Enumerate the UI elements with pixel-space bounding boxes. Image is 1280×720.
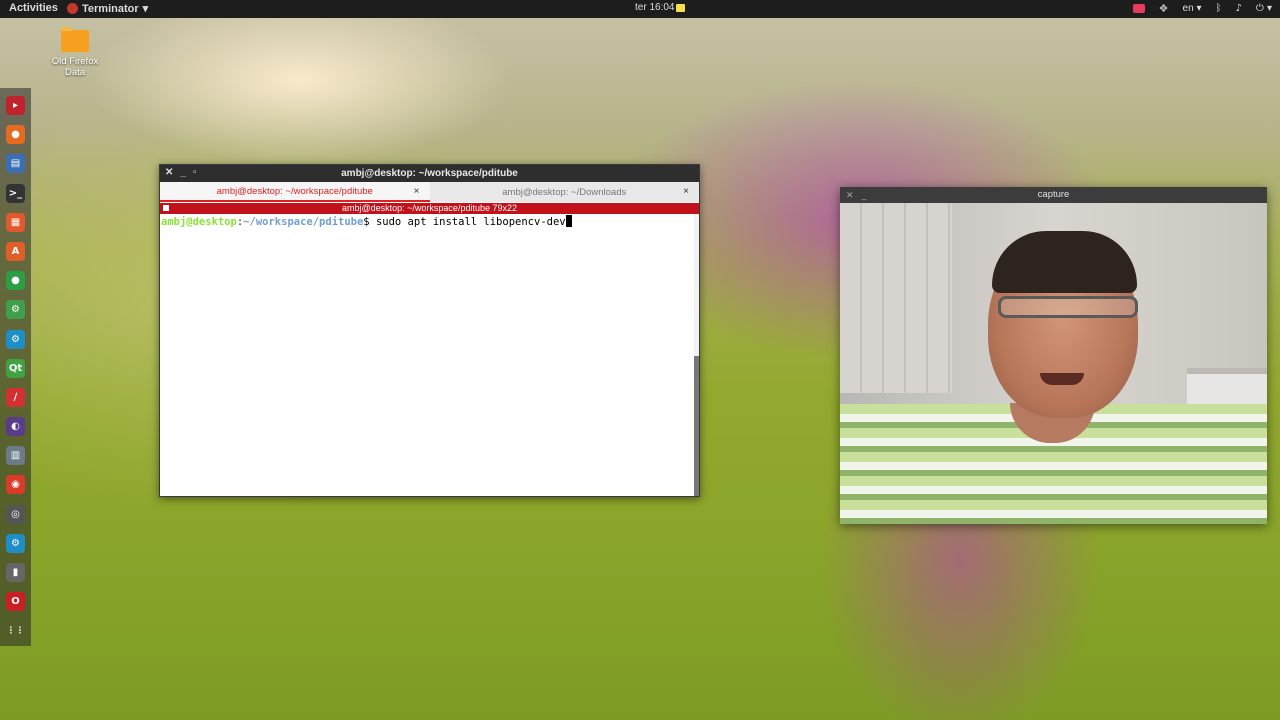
desktop-icon-label-2: Data bbox=[64, 67, 86, 78]
dock: ▸ ● ▤ >_ ▦ A ● ⚙ ⚙ Qt ∕ ◐ ▥ ◉ ◎ ⚙ ▮ O ⋮⋮ bbox=[0, 88, 31, 646]
desktop-icon-old-firefox-data[interactable]: Old Firefox Data bbox=[47, 27, 103, 78]
terminal-icon[interactable]: >_ bbox=[6, 183, 25, 203]
app-menu-label: Terminator bbox=[82, 2, 139, 15]
top-bar: Activities Terminator ▾ ter 16:04 ❖ en ▾… bbox=[0, 0, 1280, 18]
scrollbar[interactable] bbox=[694, 214, 699, 496]
bluetooth-icon[interactable]: ᛒ bbox=[1215, 3, 1221, 14]
close-icon[interactable]: ✕ bbox=[165, 167, 173, 178]
person-mouth bbox=[1040, 373, 1084, 385]
inkscape-icon[interactable]: ∕ bbox=[6, 387, 25, 407]
minimize-icon[interactable]: _ bbox=[862, 187, 867, 203]
chevron-down-icon: ▾ bbox=[1266, 3, 1272, 14]
language-selector[interactable]: en ▾ bbox=[1183, 3, 1202, 14]
text-cursor bbox=[565, 215, 572, 227]
settings-green-icon[interactable]: ⚙ bbox=[6, 300, 25, 320]
app-menu[interactable]: Terminator ▾ bbox=[67, 2, 148, 15]
screen-recorder-icon[interactable] bbox=[1132, 4, 1145, 13]
chevron-down-icon: ▾ bbox=[142, 3, 149, 15]
chrome-icon[interactable]: ◉ bbox=[6, 475, 25, 495]
terminal-info-label: ambj@desktop: ~/workspace/pditube 79x22 bbox=[342, 203, 517, 213]
opera-icon[interactable]: O bbox=[6, 592, 25, 612]
system-tray: ❖ en ▾ ᛒ ♪ ⏻ ▾ bbox=[1132, 2, 1272, 15]
window-controls: ✕ _ ▫ bbox=[165, 167, 197, 178]
person-hair bbox=[992, 231, 1137, 293]
power-icon[interactable]: ⏻ ▾ bbox=[1256, 3, 1272, 14]
usb-icon[interactable]: ▮ bbox=[6, 563, 25, 582]
folder-icon bbox=[61, 27, 89, 52]
desktop-icon-label-1: Old Firefox bbox=[51, 56, 99, 67]
terminal-info-bar: ambj@desktop: ~/workspace/pditube 79x22 bbox=[160, 203, 699, 214]
close-icon[interactable]: ✕ bbox=[846, 187, 854, 203]
chevron-down-icon: ▾ bbox=[1196, 3, 1202, 14]
minimize-icon[interactable]: _ bbox=[180, 167, 186, 178]
close-icon[interactable]: × bbox=[414, 186, 420, 197]
window-title: ambj@desktop: ~/workspace/pditube bbox=[341, 168, 518, 179]
tab-downloads[interactable]: ambj@desktop: ~/Downloads × bbox=[430, 182, 700, 202]
terminator-window: ✕ _ ▫ ambj@desktop: ~/workspace/pditube … bbox=[159, 164, 700, 497]
office-icon[interactable]: ▦ bbox=[6, 212, 25, 232]
eclipse-icon[interactable]: ◐ bbox=[6, 417, 25, 437]
tab-label: ambj@desktop: ~/workspace/pditube bbox=[216, 185, 373, 197]
tab-pditube[interactable]: ambj@desktop: ~/workspace/pditube × bbox=[160, 182, 430, 202]
window-titlebar[interactable]: ✕ _ ▫ ambj@desktop: ~/workspace/pditube bbox=[160, 165, 699, 182]
settings-blue-icon[interactable]: ⚙ bbox=[6, 329, 25, 349]
window-blinds bbox=[840, 203, 952, 393]
activities-button[interactable]: Activities bbox=[9, 2, 58, 14]
show-apps-icon[interactable]: ⋮⋮ bbox=[6, 621, 25, 640]
webcam-icon[interactable]: ◎ bbox=[6, 504, 25, 524]
person-glasses bbox=[998, 296, 1138, 318]
clock[interactable]: ter 16:04 bbox=[635, 2, 686, 13]
language-label: en bbox=[1182, 3, 1194, 14]
capture-window: ✕ _ capture bbox=[840, 187, 1267, 524]
bell-icon bbox=[163, 205, 169, 211]
app-green-icon[interactable]: ● bbox=[6, 271, 25, 291]
firefox-icon[interactable]: ● bbox=[6, 125, 25, 145]
capture-titlebar[interactable]: ✕ _ capture bbox=[840, 187, 1267, 203]
scrollbar-thumb[interactable] bbox=[694, 356, 699, 496]
prompt-user: ambj@desktop bbox=[161, 216, 237, 228]
gear-icon[interactable]: ⚙ bbox=[6, 533, 25, 553]
terminator-icon bbox=[67, 3, 78, 14]
software-center-icon[interactable]: A bbox=[6, 241, 25, 261]
capture-title: capture bbox=[1037, 189, 1070, 200]
terminal-body[interactable]: ambj@desktop:~/workspace/pditube$ sudo a… bbox=[160, 214, 699, 496]
volume-icon[interactable]: ♪ bbox=[1235, 3, 1241, 14]
tab-bar: ambj@desktop: ~/workspace/pditube × ambj… bbox=[160, 182, 699, 202]
trash-icon[interactable]: ▥ bbox=[6, 446, 25, 466]
window-controls: ✕ _ bbox=[846, 187, 867, 203]
prompt-path: ~/workspace/pditube bbox=[243, 216, 364, 228]
battery-icon bbox=[676, 3, 686, 12]
tab-label: ambj@desktop: ~/Downloads bbox=[502, 186, 627, 198]
prompt-symbol: $ bbox=[363, 216, 376, 228]
files-icon[interactable]: ▤ bbox=[6, 154, 25, 174]
qt-creator-icon[interactable]: Qt bbox=[6, 358, 25, 378]
terminator-icon[interactable]: ▸ bbox=[6, 96, 25, 115]
webcam-video-frame bbox=[840, 203, 1267, 524]
maximize-icon[interactable]: ▫ bbox=[193, 167, 197, 178]
clock-label: ter 16:04 bbox=[635, 2, 675, 13]
dropbox-icon[interactable]: ❖ bbox=[1159, 2, 1169, 15]
command-text: sudo apt install libopencv-dev bbox=[375, 216, 566, 228]
close-icon[interactable]: × bbox=[683, 186, 689, 197]
